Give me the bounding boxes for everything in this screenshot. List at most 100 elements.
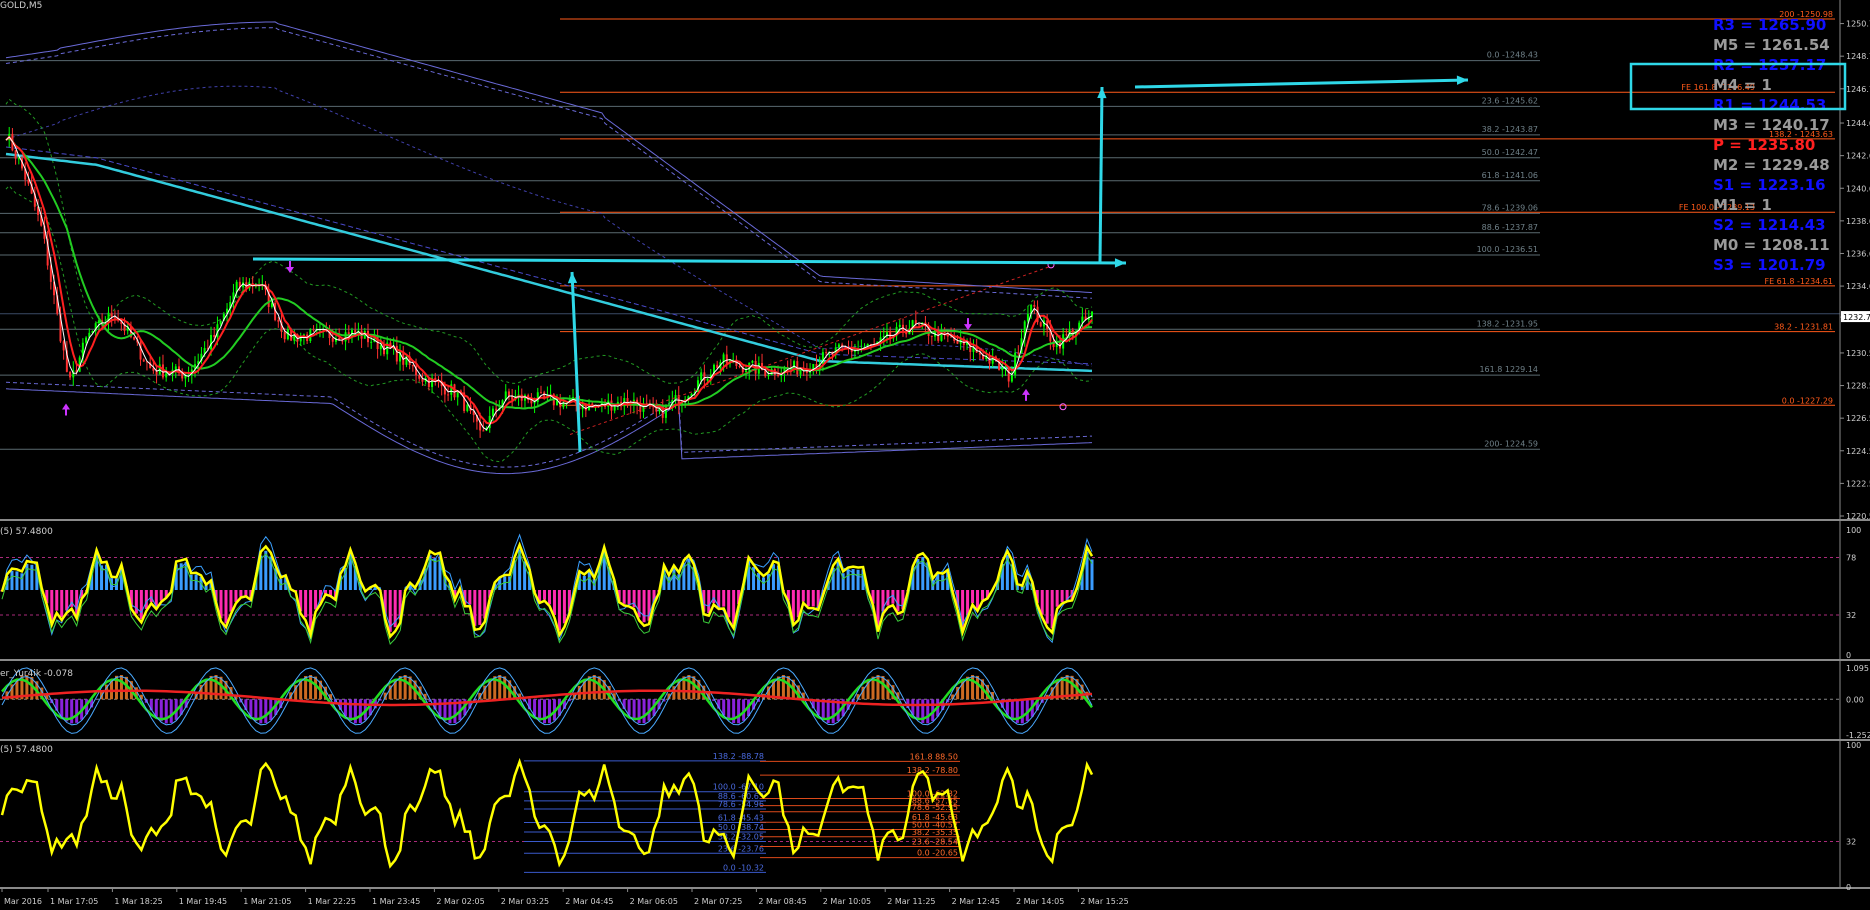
candle-body bbox=[213, 334, 216, 338]
pivot-level-label: M4 = 1 bbox=[1713, 76, 1772, 94]
main-price-panel[interactable]: 0.0 -1248.43 23.6 -1245.62 38.2 -1243.87 50… bbox=[0, 10, 1840, 475]
osc1-hist-bar bbox=[712, 590, 716, 604]
candle-body bbox=[898, 324, 901, 327]
candle-body bbox=[536, 392, 539, 402]
osc2-hist-bar bbox=[169, 699, 173, 723]
osc2-hist-bar bbox=[214, 675, 218, 700]
candle-body bbox=[930, 335, 933, 337]
osc1-hist-bar bbox=[552, 590, 556, 616]
candle-body bbox=[495, 408, 498, 411]
target-right-arrow bbox=[1134, 78, 1469, 89]
osc1-hist-bar bbox=[1055, 590, 1059, 607]
osc2-hist-bar bbox=[60, 699, 64, 717]
candle-body bbox=[837, 344, 840, 348]
osc1-tick-label: 32 bbox=[1846, 611, 1856, 620]
time-tick-label: 2 Mar 08:45 bbox=[758, 897, 806, 906]
price-tick-label: 1244.6 bbox=[1846, 119, 1870, 128]
osc1-tick-label: 0 bbox=[1846, 651, 1851, 660]
price-tick-label: 1250.7 bbox=[1846, 20, 1870, 29]
chart-canvas[interactable]: 0.0 -1248.43 23.6 -1245.62 38.2 -1243.87 50… bbox=[0, 0, 1870, 910]
candle-body bbox=[17, 158, 20, 160]
candle-body bbox=[738, 365, 741, 367]
candle-body bbox=[331, 337, 334, 342]
osc2-hist-bar bbox=[503, 676, 507, 700]
price-tick-label: 1230.5 bbox=[1846, 349, 1870, 358]
price-tick-label: 1236.6 bbox=[1846, 249, 1870, 258]
osc1-hist-bar bbox=[672, 567, 676, 590]
pivot-level-label: S3 = 1201.79 bbox=[1713, 256, 1826, 274]
candle-body bbox=[344, 332, 347, 342]
candle-body bbox=[956, 340, 959, 344]
price-tick-label: 1240.6 bbox=[1846, 184, 1870, 193]
fractal-arrow bbox=[964, 318, 972, 331]
osc2-hist-bar bbox=[249, 699, 253, 717]
price-tick-label: 1228.5 bbox=[1846, 382, 1870, 391]
candle-body bbox=[767, 374, 770, 377]
fractal-arrow bbox=[1022, 388, 1030, 401]
osc3-tick-label: 100 bbox=[1846, 741, 1861, 750]
candle-body bbox=[1017, 352, 1020, 354]
candle-body bbox=[85, 337, 88, 343]
osc2-tick-label: 1.095 bbox=[1846, 664, 1869, 673]
osc1-hist-bar bbox=[637, 590, 641, 618]
oscillator-panel-3[interactable]: 138.2 -88.78100.0 -67.1088.6 -60.6378.6 … bbox=[0, 752, 1840, 873]
time-tick-label: 2 Mar 10:05 bbox=[823, 897, 871, 906]
candle-body bbox=[133, 337, 136, 340]
osc1-hist-bar bbox=[707, 590, 711, 614]
osc3-fib-blue-label: 78.6 -54.96 bbox=[718, 800, 764, 809]
osc2-hist-bar bbox=[597, 676, 601, 700]
osc1-hist-bar bbox=[1060, 590, 1064, 603]
osc2-hist-bar bbox=[309, 675, 313, 700]
osc1-hist-bar bbox=[811, 590, 815, 607]
target-right-arrow-head bbox=[1456, 75, 1468, 85]
candle-body bbox=[341, 340, 344, 342]
time-tick-label: 1 Mar 21:05 bbox=[243, 897, 291, 906]
osc1-hist-bar bbox=[981, 590, 985, 601]
osc2-hist-bar bbox=[727, 699, 731, 721]
candle-body bbox=[142, 359, 145, 362]
candle-body bbox=[539, 392, 542, 394]
oscillator-panel-2[interactable] bbox=[0, 667, 1840, 734]
osc2-label: er_Yur4ik -0.078 bbox=[0, 669, 73, 679]
candle-body bbox=[110, 312, 113, 318]
osc2-hist-bar bbox=[70, 699, 74, 724]
osc1-hist-bar bbox=[976, 590, 980, 609]
osc2-hist-bar bbox=[971, 675, 975, 700]
time-tick-label: 2 Mar 03:25 bbox=[501, 897, 549, 906]
osc2-hist-bar bbox=[75, 699, 79, 723]
fib-retrace-label: 161.8 1229.14 bbox=[1479, 365, 1538, 374]
osc3-fib-blue-label: 0.0 -10.32 bbox=[723, 863, 764, 872]
osc1-hist-bar bbox=[264, 550, 268, 590]
candle-body bbox=[14, 150, 17, 159]
osc1-hist-bar bbox=[25, 563, 29, 590]
time-tick-label: 2 Mar 14:05 bbox=[1016, 897, 1064, 906]
osc3-fib-blue-label: 138.2 -88.78 bbox=[713, 752, 764, 761]
osc2-hist-bar bbox=[881, 676, 885, 700]
upper-band-outer bbox=[5, 21, 1093, 294]
osc1-hist-bar bbox=[557, 590, 561, 631]
candle-body bbox=[918, 323, 921, 325]
candle-body bbox=[1033, 304, 1036, 307]
candle-body bbox=[511, 396, 514, 400]
osc1-hist-bar bbox=[1090, 559, 1094, 590]
osc3-fib-orange-label: 0.0 -20.65 bbox=[917, 849, 958, 858]
candle-body bbox=[283, 331, 286, 340]
osc1-hist-bar bbox=[627, 590, 631, 605]
osc2-hist-bar bbox=[876, 675, 880, 700]
osc2-hist-bar bbox=[498, 674, 502, 700]
pivot-level-label: M0 = 1208.11 bbox=[1713, 236, 1830, 254]
candle-body bbox=[418, 375, 421, 379]
osc3-fib-orange-label: 38.2 -35.35 bbox=[912, 828, 958, 837]
osc3-fib-orange-label: 161.8 88.50 bbox=[910, 752, 958, 761]
osc1-hist-bar bbox=[806, 590, 810, 607]
osc2-hist-bar bbox=[632, 699, 636, 721]
osc2-hist-bar bbox=[438, 699, 442, 717]
candle-body bbox=[482, 430, 485, 432]
osc1-hist-bar bbox=[1045, 590, 1049, 624]
osc2-hist-bar bbox=[358, 699, 362, 724]
candle-body bbox=[312, 329, 315, 331]
osc2-hist-bar bbox=[1020, 699, 1024, 724]
osc2-hist-bar bbox=[642, 699, 646, 724]
osc1-hist-bar bbox=[314, 590, 318, 610]
oscillator-panel-1[interactable] bbox=[0, 533, 1840, 645]
